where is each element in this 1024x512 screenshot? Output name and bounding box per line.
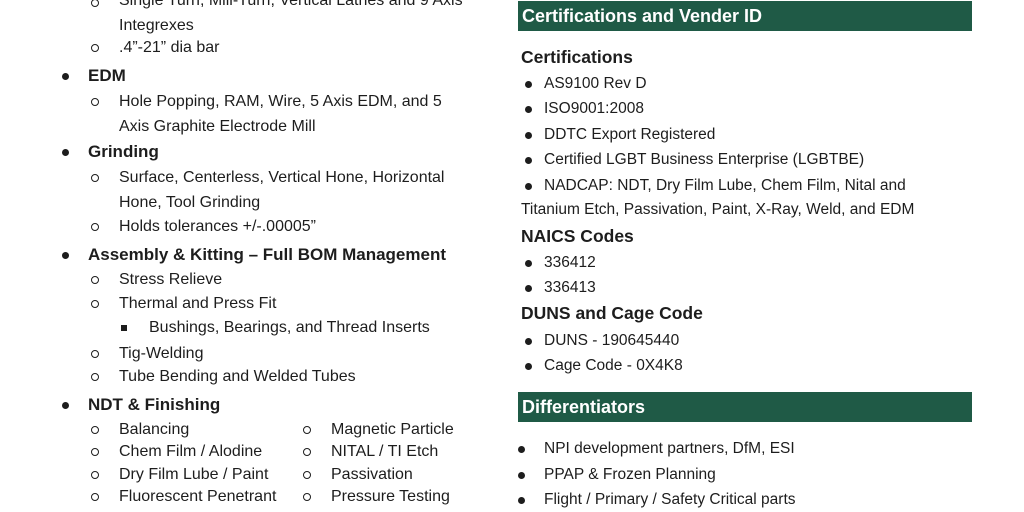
circle-bullet-icon	[91, 493, 99, 501]
bullet-icon	[525, 285, 532, 292]
cert-item: ISO9001:2008	[544, 100, 644, 117]
circle-bullet-icon	[91, 44, 99, 52]
edm-item-text: Hole Popping, RAM, Wire, 5 Axis EDM, and…	[119, 93, 442, 110]
naics-item: 336413	[544, 279, 596, 296]
bullet-icon	[62, 73, 69, 80]
certifications-heading: Certifications	[521, 47, 633, 67]
cert-item: DDTC Export Registered	[544, 126, 716, 143]
differentiator-item: Flight / Primary / Safety Critical parts	[544, 491, 796, 508]
bullet-icon	[525, 183, 532, 190]
capabilities-column: Single Turn, Mill-Turn, Vertical Lathes …	[0, 0, 500, 512]
circle-bullet-icon	[303, 493, 311, 501]
bullet-icon	[525, 338, 532, 345]
duns-item: DUNS - 190645440	[544, 332, 680, 349]
circle-bullet-icon	[91, 426, 99, 434]
cert-item: Certified LGBT Business Enterprise (LGBT…	[544, 151, 865, 168]
circle-bullet-icon	[91, 223, 99, 231]
ndt-item-text: Fluorescent Penetrant	[119, 488, 277, 505]
square-bullet-icon	[121, 325, 127, 331]
naics-item: 336412	[544, 254, 596, 271]
bullet-icon	[525, 132, 532, 139]
nadcap-text-cont: Titanium Etch, Passivation, Paint, X-Ray…	[521, 201, 915, 218]
differentiator-item: PPAP & Frozen Planning	[544, 466, 716, 483]
circle-bullet-icon	[91, 98, 99, 106]
differentiators-banner: Differentiators	[518, 392, 972, 422]
ndt-heading: NDT & Finishing	[88, 395, 221, 414]
ndt-item-text: Pressure Testing	[331, 488, 450, 505]
assembly-item-text: Thermal and Press Fit	[119, 295, 277, 312]
duns-heading: DUNS and Cage Code	[521, 303, 703, 323]
bullet-icon	[62, 252, 69, 259]
bullet-icon	[62, 149, 69, 156]
grinding-item-text: Surface, Centerless, Vertical Hone, Hori…	[119, 169, 445, 186]
assembly-item-text: Stress Relieve	[119, 271, 223, 288]
ndt-item-text: NITAL / TI Etch	[331, 443, 439, 460]
bar-item-text: .4”-21” dia bar	[119, 39, 220, 56]
naics-heading: NAICS Codes	[521, 226, 634, 246]
ndt-item-text: Dry Film Lube / Paint	[119, 466, 269, 483]
certifications-banner: Certifications and Vender ID	[518, 1, 972, 31]
bullet-icon	[62, 402, 69, 409]
bullet-icon	[525, 81, 532, 88]
cage-code-item: Cage Code - 0X4K8	[544, 357, 683, 374]
circle-bullet-icon	[91, 471, 99, 479]
circle-bullet-icon	[91, 0, 99, 7]
nadcap-text: NADCAP: NDT, Dry Film Lube, Chem Film, N…	[544, 177, 906, 194]
bullet-icon	[525, 260, 532, 267]
ndt-item-text: Chem Film / Alodine	[119, 443, 263, 460]
top-item-text-cont: Integrexes	[119, 17, 194, 34]
circle-bullet-icon	[91, 373, 99, 381]
bullet-icon	[518, 497, 525, 504]
edm-heading: EDM	[88, 66, 126, 85]
grinding-heading: Grinding	[88, 142, 159, 161]
assembly-item-text: Tube Bending and Welded Tubes	[119, 368, 356, 385]
assembly-subitem-text: Bushings, Bearings, and Thread Inserts	[149, 319, 430, 336]
bullet-icon	[518, 446, 525, 453]
bullet-icon	[525, 157, 532, 164]
edm-item-text-cont: Axis Graphite Electrode Mill	[119, 118, 316, 135]
ndt-item-text: Balancing	[119, 421, 190, 438]
circle-bullet-icon	[303, 448, 311, 456]
ndt-item-text: Magnetic Particle	[331, 421, 454, 438]
circle-bullet-icon	[91, 276, 99, 284]
certifications-column: Certifications and Vender ID Certificati…	[518, 0, 978, 512]
ndt-item-text: Passivation	[331, 466, 413, 483]
grinding-item-text-cont: Hone, Tool Grinding	[119, 194, 261, 211]
circle-bullet-icon	[303, 471, 311, 479]
circle-bullet-icon	[303, 426, 311, 434]
circle-bullet-icon	[91, 174, 99, 182]
circle-bullet-icon	[91, 350, 99, 358]
circle-bullet-icon	[91, 300, 99, 308]
assembly-heading: Assembly & Kitting – Full BOM Management	[88, 245, 446, 264]
cert-item: AS9100 Rev D	[544, 75, 647, 92]
top-item-text: Single Turn, Mill-Turn, Vertical Lathes …	[119, 0, 463, 9]
differentiator-item: NPI development partners, DfM, ESI	[544, 440, 795, 457]
assembly-item-text: Tig-Welding	[119, 345, 204, 362]
grinding-tolerance-text: Holds tolerances +/-.00005”	[119, 218, 316, 235]
bullet-icon	[525, 106, 532, 113]
circle-bullet-icon	[91, 448, 99, 456]
bullet-icon	[525, 363, 532, 370]
bullet-icon	[518, 472, 525, 479]
